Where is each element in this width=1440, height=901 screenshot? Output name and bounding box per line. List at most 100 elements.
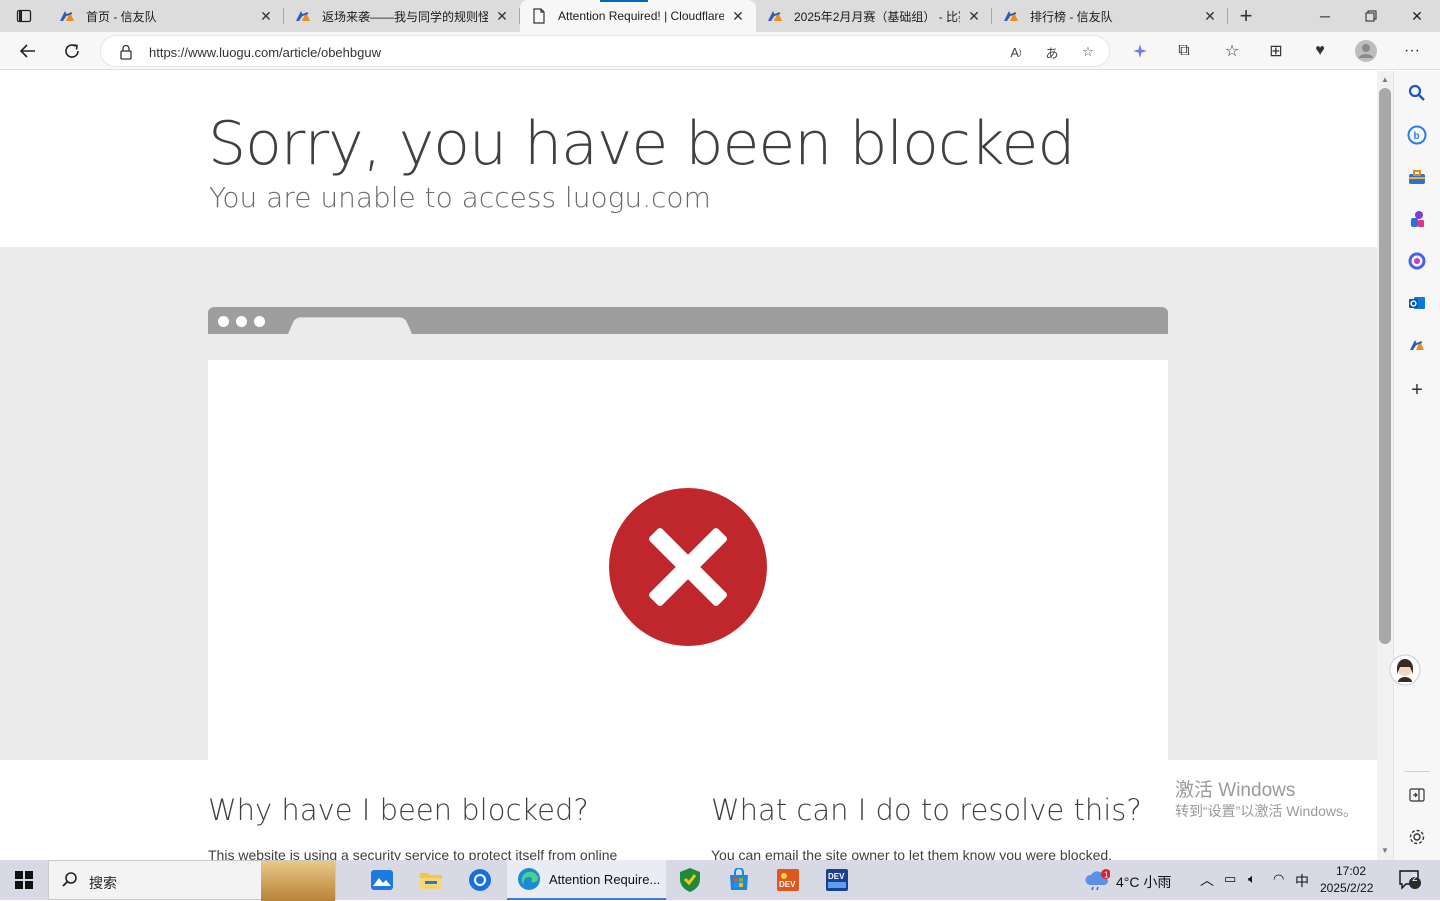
taskbar-app-edge-active[interactable]: Attention Require... [507,860,666,900]
address-bar[interactable]: https://www.luogu.com/article/obehbguw A… [100,35,1110,67]
activation-watermark-text: 转到“设置”以激活 Windows。 [1175,803,1358,819]
taskbar-app-dev-cpp[interactable]: DEV [815,864,859,896]
notification-center-button[interactable]: 2 [1390,864,1430,896]
svg-text:DEV: DEV [779,880,796,889]
sidebar-games-button[interactable] [1406,208,1428,230]
sidebar-bing-button[interactable]: b [1406,124,1428,146]
sidebar-add-button[interactable]: + [1406,379,1428,401]
taskbar-app-file-explorer[interactable] [409,864,453,896]
show-hidden-icons-chevron-icon[interactable]: ︿ [1200,870,1214,890]
gear-icon [1409,829,1425,845]
taskbar-app-security[interactable] [668,864,712,896]
sidebar-search-button[interactable] [1406,82,1428,104]
minimize-button[interactable]: ─ [1302,0,1348,32]
sidebar-office-button[interactable] [1406,250,1428,272]
page-title: Sorry, you have been blocked [208,109,1075,179]
collections-icon: ⊞ [1269,43,1283,60]
dev-cpp-icon: DEV [826,869,848,891]
why-blocked-text: This website is using a security service… [208,847,618,860]
restore-button[interactable] [1348,0,1394,32]
taskbar-app-store[interactable] [717,864,761,896]
taskbar-search-box[interactable]: 搜索 [48,860,336,901]
lock-icon[interactable] [119,44,133,60]
volume-icon[interactable]: 🔈︎ [1248,871,1256,887]
tab-close-icon[interactable]: ✕ [1202,8,1218,24]
tab-actions-icon [16,9,32,23]
address-url[interactable]: https://www.luogu.com/article/obehbguw [149,45,381,60]
heart-pulse-icon: ♥ [1315,42,1325,59]
input-method-indicator[interactable]: 中 [1295,871,1309,891]
tab-close-icon[interactable]: ✕ [730,8,746,24]
sidebar-outlook-button[interactable] [1406,292,1428,314]
weather-text[interactable]: 4°C 小雨 [1116,872,1171,892]
network-icon[interactable]: ◠ [1273,871,1284,887]
refresh-button[interactable] [58,37,86,65]
add-favorite-icon[interactable]: ☆ [1077,41,1099,63]
extensions-button[interactable]: ⧉ [1170,37,1198,65]
folder-icon [420,873,442,889]
toolbox-icon [1409,170,1425,184]
assistant-avatar-icon [1389,654,1421,686]
plus-icon: + [1239,3,1253,28]
sidebar-assistant-avatar[interactable] [1388,653,1422,687]
photos-app-icon [371,870,393,890]
browser-tab[interactable]: 排行榜 - 信友队 ✕ [992,0,1228,32]
weather-widget[interactable]: 1 [1080,864,1114,896]
avatar-icon [1355,40,1377,62]
window-dot [236,316,247,327]
xinyoudui-logo-icon [296,11,310,21]
browser-tab[interactable]: 返场来袭——我与同学的规则怪 ✕ [284,0,520,32]
browser-tab[interactable]: 首页 - 信友队 ✕ [48,0,284,32]
close-icon: ✕ [1411,7,1423,24]
clock-time[interactable]: 17:02 [1336,864,1366,878]
chess-piece-icon [1411,211,1424,227]
page-content: Sorry, you have been blocked You are una… [0,71,1377,860]
sidebar-xinyoudui-button[interactable] [1406,334,1428,356]
tab-title: 首页 - 信友队 [86,9,157,24]
copilot-button[interactable] [1126,37,1154,65]
more-icon: ··· [1404,42,1420,59]
back-button[interactable] [14,37,42,65]
clock-date[interactable]: 2025/2/22 [1320,881,1373,895]
battery-icon[interactable]: ▭ [1224,871,1236,887]
settings-more-button[interactable]: ··· [1398,37,1426,65]
browser-illustration-window [208,360,1168,780]
tab-close-icon[interactable]: ✕ [258,8,274,24]
sidebar-hide-button[interactable] [1406,784,1428,806]
translate-icon[interactable]: あ [1041,41,1063,63]
read-aloud-icon[interactable]: A) [1005,41,1027,63]
taskbar-app-browser[interactable] [458,864,502,896]
restore-icon [1365,10,1377,22]
vertical-scrollbar[interactable]: ▲ ▼ [1377,71,1393,860]
scroll-down-icon[interactable]: ▼ [1381,846,1389,855]
scroll-up-icon[interactable]: ▲ [1381,75,1389,84]
windows-logo-icon [15,871,33,889]
start-button[interactable] [0,860,48,900]
favorites-button[interactable]: ☆ [1218,37,1246,65]
notification-icon [1399,870,1421,890]
collections-button[interactable]: ⊞ [1262,37,1290,65]
tab-close-icon[interactable]: ✕ [494,8,510,24]
activation-watermark-title: 激活 Windows [1175,780,1296,801]
window-dot [254,316,265,327]
close-window-button[interactable]: ✕ [1394,0,1440,32]
browser-essentials-button[interactable]: ♥ [1306,37,1334,65]
cloud-rain-icon: 1 [1085,869,1110,891]
tab-title: 返场来袭——我与同学的规则怪 [322,9,488,24]
sidebar-tools-button[interactable] [1406,166,1428,188]
taskbar-app-photos[interactable] [360,864,404,896]
tab-close-icon[interactable]: ✕ [966,8,982,24]
svg-text:b: b [1414,131,1420,142]
scrollbar-thumb[interactable] [1379,88,1391,644]
browser-tab[interactable]: 2025年2月月赛（基础组） - 比赛 ✕ [756,0,992,32]
new-tab-button[interactable]: + [1234,3,1258,28]
edge-sidebar: b + [1389,71,1440,860]
svg-text:DEV: DEV [828,872,845,881]
window-dot [218,316,229,327]
browser-tab-active[interactable]: Attention Required! | Cloudflare ✕ [520,0,756,32]
tab-actions-menu-button[interactable] [10,4,38,28]
profile-button[interactable] [1352,37,1380,65]
sidebar-settings-button[interactable] [1406,826,1428,848]
taskbar-app-dev-tool[interactable]: DEV [766,864,810,896]
tab-title: Attention Required! | Cloudflare [558,9,724,23]
